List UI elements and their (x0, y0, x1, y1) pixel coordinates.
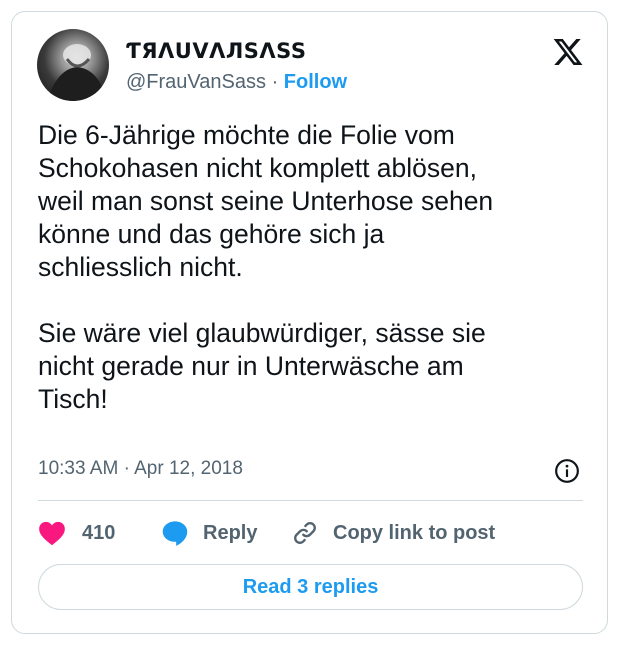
read-replies-button[interactable]: Read 3 replies (38, 564, 583, 610)
display-name[interactable]: ƬЯΛUVΛЛSΛSS (126, 39, 306, 63)
reply-label: Reply (203, 521, 258, 544)
tweet-card: ƬЯΛUVΛЛSΛSS @FrauVanSass · Follow Die 6-… (11, 11, 608, 634)
read-replies-label: Read 3 replies (242, 575, 379, 598)
link-icon (294, 522, 316, 544)
tweet-text: Die 6-Jährige möchte die Folie vom Schok… (38, 120, 494, 414)
copy-link-button[interactable]: Copy link to post (291, 515, 495, 551)
tweet-date: Apr 12, 2018 (134, 458, 243, 479)
reply-button[interactable]: Reply (161, 515, 257, 551)
handle-row: @FrauVanSass · Follow (126, 71, 347, 94)
divider (38, 500, 583, 501)
heart-icon (39, 521, 65, 546)
copy-link-label: Copy link to post (333, 521, 496, 544)
date-separator: · (123, 458, 130, 479)
likes-count: 410 (82, 521, 116, 544)
avatar-photo (47, 44, 107, 101)
x-logo-icon[interactable] (552, 36, 584, 68)
handle[interactable]: @FrauVanSass (126, 71, 266, 93)
tweet-time: 10:33 AM (38, 458, 119, 479)
like-button[interactable]: 410 (38, 515, 115, 551)
info-icon[interactable] (554, 458, 580, 484)
separator: · (271, 71, 279, 93)
tweet-timestamp[interactable]: 10:33 AM · Apr 12, 2018 (38, 458, 243, 480)
follow-link[interactable]: Follow (284, 71, 347, 93)
reply-bubble-icon (162, 521, 188, 546)
avatar[interactable] (37, 29, 109, 101)
